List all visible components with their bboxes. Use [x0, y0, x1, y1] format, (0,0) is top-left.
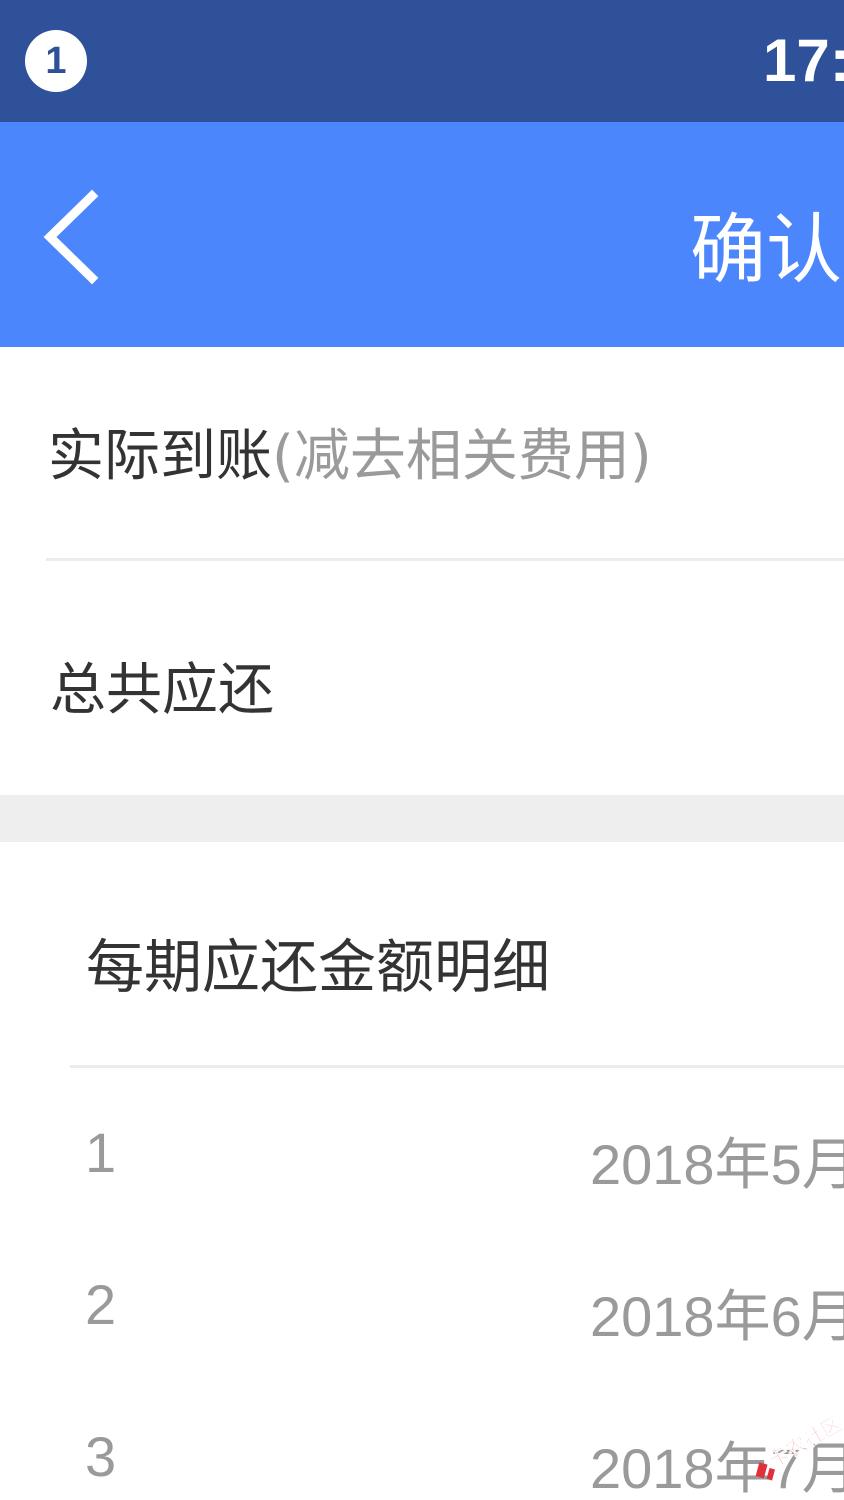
status-time: 17:	[763, 27, 844, 94]
status-bar: 1 17:	[0, 0, 844, 122]
schedule-row: 1 2018年5月	[0, 1090, 844, 1240]
schedule-divider	[70, 1065, 844, 1068]
nav-bar: 确认	[0, 122, 844, 347]
received-amount-label: 实际到账(减去相关费用)	[48, 424, 652, 489]
watermark-logo: 卡农社区	[740, 1411, 844, 1482]
received-amount-note: (减去相关费用)	[272, 424, 652, 489]
section-gap	[0, 795, 844, 842]
period-index: 1	[85, 1121, 117, 1184]
period-index: 2	[85, 1273, 117, 1336]
received-amount-row: 实际到账(减去相关费用)	[0, 347, 844, 559]
total-repay-row: 总共应还	[0, 561, 844, 795]
schedule-title: 每期应还金额明细	[86, 933, 551, 1001]
chevron-left-icon	[43, 189, 99, 285]
back-button[interactable]	[30, 182, 120, 292]
period-date: 2018年5月	[590, 1133, 844, 1196]
notification-badge: 1	[25, 30, 87, 92]
period-date: 2018年6月	[590, 1285, 844, 1348]
period-index: 3	[85, 1425, 117, 1488]
svg-text:卡农社区: 卡农社区	[764, 1412, 844, 1472]
total-repay-label: 总共应还	[50, 658, 274, 723]
page-title: 确认	[690, 205, 842, 294]
schedule-row: 2 2018年6月	[0, 1242, 844, 1392]
schedule-row: 3 2018年7月	[0, 1394, 844, 1500]
